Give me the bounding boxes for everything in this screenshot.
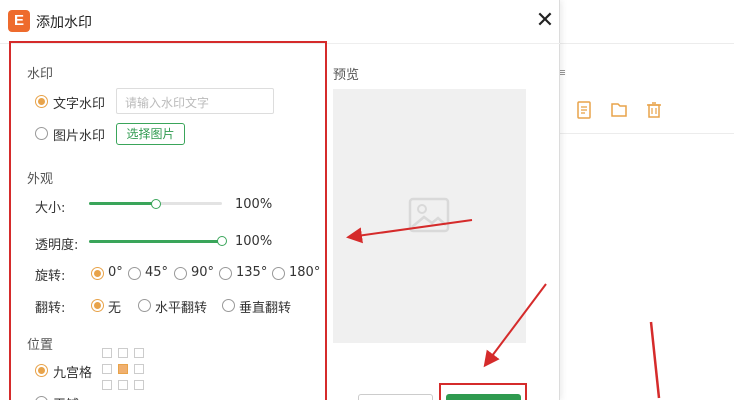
- opacity-slider-fill: [89, 240, 222, 243]
- size-slider-handle[interactable]: [150, 199, 161, 209]
- rotation-option-180[interactable]: 180°: [289, 265, 320, 280]
- nine-grid-label[interactable]: 九宫格: [53, 362, 92, 381]
- background-app: [560, 0, 734, 400]
- tile-label[interactable]: 平铺: [53, 394, 79, 400]
- preview-label: 预览: [333, 68, 360, 83]
- flip-radio-vertical[interactable]: [222, 299, 235, 312]
- position-grid-cell[interactable]: [134, 364, 144, 374]
- position-grid-cell[interactable]: [102, 348, 112, 358]
- rotation-option-45[interactable]: 45°: [145, 265, 168, 280]
- image-watermark-label[interactable]: 图片水印: [53, 125, 105, 144]
- select-image-button[interactable]: 选择图片: [116, 123, 185, 145]
- position-grid: [102, 348, 146, 392]
- nine-grid-radio[interactable]: [35, 364, 48, 377]
- app-logo-icon: E: [8, 10, 30, 32]
- image-watermark-radio[interactable]: [35, 127, 48, 140]
- add-watermark-dialog: E 添加水印 ✕ 水印 文字水印 请输入水印文字 图片水印 选择图片 外观 大小…: [0, 0, 560, 400]
- background-header: [560, 0, 734, 44]
- rotation-radio-180[interactable]: [272, 267, 285, 280]
- flip-option-none[interactable]: 无: [108, 297, 121, 316]
- appearance-section-label: 外观: [27, 172, 54, 187]
- size-label: 大小:: [35, 201, 66, 216]
- dialog-title: 添加水印: [36, 15, 92, 31]
- rotation-radio-90[interactable]: [174, 267, 187, 280]
- position-grid-cell[interactable]: [134, 380, 144, 390]
- rotation-radio-0[interactable]: [91, 267, 104, 280]
- close-icon[interactable]: ✕: [532, 8, 558, 34]
- position-grid-cell[interactable]: [118, 380, 128, 390]
- cancel-button[interactable]: [358, 394, 433, 400]
- flip-label: 翻转:: [35, 301, 66, 316]
- flip-option-vertical[interactable]: 垂直翻转: [239, 297, 291, 316]
- position-section-label: 位置: [27, 338, 54, 353]
- watermark-text-input[interactable]: 请输入水印文字: [116, 88, 274, 114]
- trash-icon[interactable]: [644, 100, 664, 120]
- rotation-option-0[interactable]: 0°: [108, 265, 123, 280]
- text-watermark-label[interactable]: 文字水印: [53, 93, 105, 112]
- position-grid-cell[interactable]: [102, 364, 112, 374]
- position-grid-cell[interactable]: [134, 348, 144, 358]
- text-watermark-radio[interactable]: [35, 95, 48, 108]
- position-grid-cell[interactable]: [118, 348, 128, 358]
- image-icon: [408, 197, 450, 233]
- opacity-value: 100%: [235, 234, 273, 249]
- position-grid-cell[interactable]: [118, 364, 128, 374]
- flip-radio-none[interactable]: [91, 299, 104, 312]
- size-slider-fill: [89, 202, 156, 205]
- rotation-label: 旋转:: [35, 269, 66, 284]
- size-value: 100%: [235, 197, 273, 212]
- document-icon[interactable]: [574, 100, 594, 120]
- opacity-slider-handle[interactable]: [217, 236, 227, 246]
- confirm-button[interactable]: [446, 394, 521, 400]
- dialog-titlebar: E 添加水印 ✕: [0, 0, 560, 44]
- opacity-label: 透明度:: [35, 238, 79, 253]
- folder-icon[interactable]: [609, 100, 629, 120]
- watermark-section-label: 水印: [27, 67, 54, 82]
- position-grid-cell[interactable]: [102, 380, 112, 390]
- rotation-radio-135[interactable]: [219, 267, 232, 280]
- flip-option-horizontal[interactable]: 水平翻转: [155, 297, 207, 316]
- rotation-option-135[interactable]: 135°: [236, 265, 267, 280]
- rotation-option-90[interactable]: 90°: [191, 265, 214, 280]
- flip-radio-horizontal[interactable]: [138, 299, 151, 312]
- rotation-radio-45[interactable]: [128, 267, 141, 280]
